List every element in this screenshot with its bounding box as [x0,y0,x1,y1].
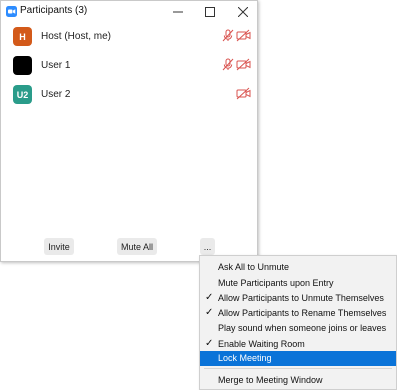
participant-name: Host (Host, me) [41,31,112,42]
participant-row[interactable]: User 1 [1,55,257,83]
checkmark-icon: ✓ [205,338,214,349]
participants-window: Participants (3) H Host (Host, me) User 1 U… [0,0,258,262]
participant-name: User 2 [41,89,71,100]
menu-item[interactable]: Lock Meeting [200,351,396,366]
video-off-icon[interactable] [236,58,251,71]
menu-item[interactable]: Play sound when someone joins or leaves [200,321,396,336]
zoom-app-icon [6,6,17,17]
menu-item-label: Merge to Meeting Window [218,375,323,385]
menu-item[interactable]: ✓ Allow Participants to Unmute Themselves [200,291,396,306]
menu-item[interactable]: Merge to Meeting Window [200,373,396,388]
avatar: H [13,27,32,46]
more-options-menu: Ask All to Unmute Mute Participants upon … [199,255,397,390]
menu-item-label: Lock Meeting [218,353,272,363]
menu-item-label: Enable Waiting Room [218,339,305,349]
menu-item-label: Ask All to Unmute [218,262,290,272]
maximize-button[interactable] [195,1,225,22]
minimize-icon [173,11,183,12]
mic-muted-icon[interactable] [222,29,234,42]
menu-item-label: Play sound when someone joins or leaves [218,323,387,333]
mic-muted-icon[interactable] [222,58,234,71]
more-options-button[interactable]: ... [200,238,215,255]
checkmark-icon: ✓ [205,307,214,318]
mute-all-button[interactable]: Mute All [117,238,157,255]
menu-separator [204,368,392,369]
participant-name: User 1 [41,60,71,71]
invite-button[interactable]: Invite [44,238,74,255]
avatar [13,56,32,75]
menu-item[interactable]: ✓ Enable Waiting Room [200,337,396,352]
maximize-icon [205,6,215,17]
menu-item[interactable]: Ask All to Unmute [200,260,396,275]
video-off-icon[interactable] [236,29,251,42]
close-button[interactable] [228,1,258,22]
checkmark-icon: ✓ [205,292,214,303]
menu-item[interactable]: ✓ Allow Participants to Rename Themselves [200,306,396,321]
avatar: U2 [13,85,32,104]
menu-item-label: Allow Participants to Unmute Themselves [218,293,384,303]
minimize-button[interactable] [163,1,193,22]
menu-item-label: Mute Participants upon Entry [218,278,334,288]
video-off-icon[interactable] [236,87,251,100]
menu-item[interactable]: Mute Participants upon Entry [200,276,396,291]
participant-row[interactable]: H Host (Host, me) [1,26,257,54]
close-icon [238,6,248,17]
menu-item-label: Allow Participants to Rename Themselves [218,308,387,318]
title-bar[interactable]: Participants (3) [1,1,257,22]
participant-row[interactable]: U2 User 2 [1,84,257,112]
window-title: Participants (3) [20,5,88,16]
